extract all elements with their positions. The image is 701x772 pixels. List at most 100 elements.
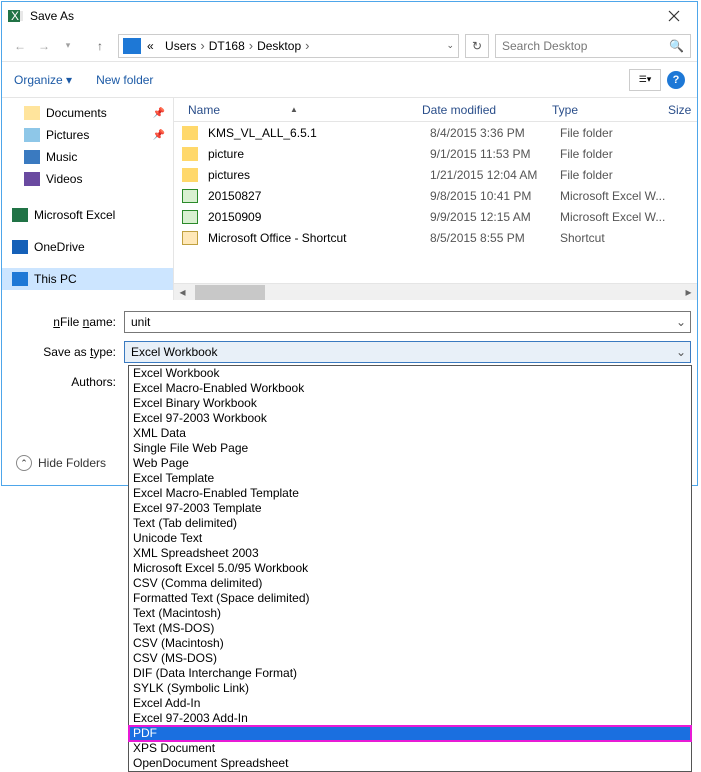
filetype-option[interactable]: DIF (Data Interchange Format)	[129, 666, 691, 681]
onedrive-icon	[12, 240, 28, 254]
filetype-option[interactable]: Excel Template	[129, 471, 691, 486]
close-button[interactable]	[651, 2, 697, 30]
filetype-option[interactable]: Text (Macintosh)	[129, 606, 691, 621]
filetype-option[interactable]: Single File Web Page	[129, 441, 691, 456]
filetype-option[interactable]: SYLK (Symbolic Link)	[129, 681, 691, 696]
tree-label: Music	[46, 150, 77, 164]
dropdown-icon[interactable]: ⌄	[676, 315, 686, 329]
main-pane: Documents📌Pictures📌 Music Videos Microsoft …	[2, 98, 697, 300]
h-scrollbar[interactable]: ◂ ▸	[174, 283, 697, 300]
filetype-option[interactable]: Excel 97-2003 Template	[129, 501, 691, 516]
file-date: 8/4/2015 3:36 PM	[430, 126, 560, 140]
column-headers: Name▲ Date modified Type Size	[174, 98, 697, 122]
filetype-dropdown[interactable]: Excel WorkbookExcel Macro-Enabled Workbo…	[128, 365, 692, 772]
tree-item-this-pc[interactable]: This PC	[2, 268, 173, 290]
chevron-icon	[245, 38, 257, 53]
tree-item-microsoft-excel[interactable]: Microsoft Excel	[2, 204, 173, 226]
filetype-option[interactable]: Excel Add-In	[129, 696, 691, 711]
window-title: Save As	[30, 9, 651, 23]
sort-arrow-icon: ▲	[290, 105, 298, 114]
filetype-option[interactable]: XML Data	[129, 426, 691, 441]
col-date[interactable]: Date modified	[422, 103, 552, 117]
filetype-option[interactable]: Unicode Text	[129, 531, 691, 546]
scroll-right-icon[interactable]: ▸	[680, 284, 697, 301]
nav-up[interactable]: ↑	[88, 34, 112, 58]
tree-label: OneDrive	[34, 240, 85, 254]
file-type: File folder	[560, 168, 676, 182]
col-name[interactable]: Name▲	[174, 103, 422, 117]
file-name: picture	[208, 147, 430, 161]
crumb-dt168[interactable]: DT168	[209, 39, 245, 53]
col-size[interactable]: Size	[668, 103, 697, 117]
nav-recent[interactable]: ▾	[56, 34, 80, 58]
filetype-option[interactable]: CSV (Macintosh)	[129, 636, 691, 651]
file-date: 1/21/2015 12:04 AM	[430, 168, 560, 182]
tree-item-videos[interactable]: Videos	[2, 168, 173, 190]
sc-icon	[182, 231, 198, 245]
nav-tree: Documents📌Pictures📌 Music Videos Microsoft …	[2, 98, 174, 300]
file-name: Microsoft Office - Shortcut	[208, 231, 430, 245]
pin-icon: 📌	[153, 130, 165, 141]
hide-folders-button[interactable]: ⌃ Hide Folders	[16, 455, 106, 471]
tree-item-documents[interactable]: Documents📌	[2, 102, 173, 124]
file-list: Name▲ Date modified Type Size KMS_VL_ALL…	[174, 98, 697, 300]
file-row[interactable]: 201508279/8/2015 10:41 PMMicrosoft Excel…	[174, 185, 697, 206]
col-type[interactable]: Type	[552, 103, 668, 117]
crumb-users[interactable]: Users	[165, 39, 196, 53]
tree-item-onedrive[interactable]: OneDrive	[2, 236, 173, 258]
refresh-button[interactable]: ↻	[465, 34, 489, 58]
filetype-option[interactable]: Formatted Text (Space delimited)	[129, 591, 691, 606]
file-name: 20150827	[208, 189, 430, 203]
saveas-type-input[interactable]: Excel Workbook⌄	[124, 341, 691, 363]
filename-input[interactable]: unit⌄	[124, 311, 691, 333]
filetype-option[interactable]: XPS Document	[129, 741, 691, 756]
folder-icon	[182, 147, 198, 161]
nav-forward[interactable]: →	[32, 34, 56, 58]
tree-item-music[interactable]: Music	[2, 146, 173, 168]
filetype-option[interactable]: Web Page	[129, 456, 691, 471]
filetype-option[interactable]: OpenDocument Spreadsheet	[129, 756, 691, 771]
file-row[interactable]: picture9/1/2015 11:53 PMFile folder	[174, 143, 697, 164]
filetype-option[interactable]: Text (MS-DOS)	[129, 621, 691, 636]
filetype-option[interactable]: CSV (MS-DOS)	[129, 651, 691, 666]
scroll-left-icon[interactable]: ◂	[174, 284, 191, 301]
breadcrumb-prefix: «	[147, 39, 154, 53]
nav-back[interactable]: ←	[8, 34, 32, 58]
filetype-option[interactable]: Excel Macro-Enabled Template	[129, 486, 691, 501]
filetype-option[interactable]: Microsoft Excel 5.0/95 Workbook	[129, 561, 691, 576]
address-dropdown-icon[interactable]: ⌄	[446, 40, 454, 51]
organize-menu[interactable]: Organize ▾	[14, 73, 72, 87]
filetype-option[interactable]: CSV (Comma delimited)	[129, 576, 691, 591]
filetype-option[interactable]: Excel Binary Workbook	[129, 396, 691, 411]
new-folder-button[interactable]: New folder	[96, 73, 153, 87]
xl-icon	[182, 189, 198, 203]
toolbar: Organize ▾ New folder ☰▾ ?	[2, 62, 697, 98]
filetype-option[interactable]: PDF	[129, 726, 691, 741]
filetype-option[interactable]: Excel 97-2003 Add-In	[129, 711, 691, 726]
view-options-button[interactable]: ☰▾	[629, 69, 661, 91]
tree-label: Videos	[46, 172, 82, 186]
dropdown-icon[interactable]: ⌄	[676, 345, 686, 359]
search-input[interactable]: Search Desktop 🔍	[495, 34, 691, 58]
file-row[interactable]: Microsoft Office - Shortcut8/5/2015 8:55…	[174, 227, 697, 248]
file-row[interactable]: KMS_VL_ALL_6.5.18/4/2015 3:36 PMFile fol…	[174, 122, 697, 143]
collapse-icon: ⌃	[16, 455, 32, 471]
help-button[interactable]: ?	[667, 71, 685, 89]
authors-label: Authors:	[8, 375, 124, 389]
tree-item-pictures[interactable]: Pictures📌	[2, 124, 173, 146]
file-name: KMS_VL_ALL_6.5.1	[208, 126, 430, 140]
file-type: Microsoft Excel W...	[560, 189, 676, 203]
crumb-desktop[interactable]: Desktop	[257, 39, 301, 53]
filetype-option[interactable]: XML Spreadsheet 2003	[129, 546, 691, 561]
filetype-option[interactable]: Excel Macro-Enabled Workbook	[129, 381, 691, 396]
filetype-option[interactable]: Text (Tab delimited)	[129, 516, 691, 531]
filetype-option[interactable]: Excel 97-2003 Workbook	[129, 411, 691, 426]
scroll-thumb[interactable]	[195, 285, 265, 300]
chevron-icon	[196, 38, 208, 53]
nav-bar: ← → ▾ ↑ « Users DT168 Desktop ⌄ ↻ Search…	[2, 30, 697, 62]
file-row[interactable]: 201509099/9/2015 12:15 AMMicrosoft Excel…	[174, 206, 697, 227]
file-date: 9/1/2015 11:53 PM	[430, 147, 560, 161]
filetype-option[interactable]: Excel Workbook	[129, 366, 691, 381]
address-bar[interactable]: « Users DT168 Desktop ⌄	[118, 34, 459, 58]
file-row[interactable]: pictures1/21/2015 12:04 AMFile folder	[174, 164, 697, 185]
